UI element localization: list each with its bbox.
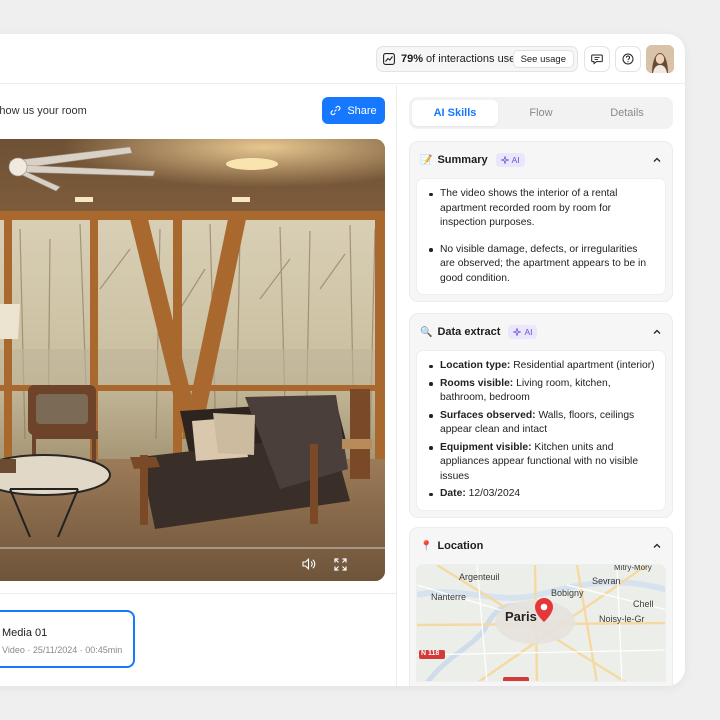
ai-badge-label: AI [511,155,520,165]
sparkle-icon [513,328,522,336]
fullscreen-icon[interactable] [334,558,347,571]
panel-tabs: AI Skills Flow Details [409,97,673,129]
extract-value: 12/03/2024 [468,488,521,499]
ai-panel: AI Skills Flow Details 📝 Summary AI The … [396,85,685,686]
see-usage-button[interactable]: See usage [512,50,574,68]
extract-key: Date: [440,488,466,499]
help-icon [622,53,634,65]
usage-text: of interactions used [426,53,522,65]
extract-key: Rooms visible: [440,377,514,389]
extract-item: Rooms visible: Living room, kitchen, bat… [427,377,655,406]
ai-badge: AI [495,153,525,167]
section-divider [0,593,396,594]
extract-item: Date: 12/03/2024 [427,487,655,502]
link-icon [330,105,341,116]
media-meta: Video · 25/11/2024 · 00:45min [2,645,123,655]
summary-title: Summary [437,154,488,166]
extract-key: Surfaces observed: [440,409,536,421]
chevron-up-icon[interactable] [652,327,662,337]
video-player[interactable] [0,139,385,581]
video-controls [0,547,385,581]
magnifier-icon: 🔍 [420,326,433,338]
map-label-city: Paris [505,609,537,624]
share-button[interactable]: Share [322,97,385,124]
data-extract-card: 🔍 Data extract AI Location type: Residen… [409,313,673,518]
page-title: Show us your room [0,105,87,117]
data-extract-header[interactable]: 🔍 Data extract AI [410,314,672,350]
summary-card: 📝 Summary AI The video shows the interio… [409,141,673,302]
location-card: 📍 Location Argenteuil Mitry-Mory Sevran … [409,527,673,686]
summary-item: No visible damage, defects, or irregular… [427,243,655,287]
extract-key: Equipment visible: [440,441,532,453]
usage-percent: 79% [401,53,424,65]
ai-badge-label: AI [524,327,533,337]
tab-flow[interactable]: Flow [498,100,584,126]
sparkle-icon [500,156,509,164]
memo-icon: 📝 [420,154,433,166]
video-frame [0,139,385,581]
avatar[interactable] [646,45,674,73]
map-label: Noisy-le-Gr [599,614,645,624]
map-label: Sevran [592,576,621,586]
extract-item: Surfaces observed: Walls, floors, ceilin… [427,409,655,438]
data-extract-body: Location type: Residential apartment (in… [416,350,666,511]
tab-details[interactable]: Details [584,100,670,126]
chevron-up-icon[interactable] [652,155,662,165]
map-label: Chell [633,599,654,609]
location-header[interactable]: 📍 Location [410,528,672,564]
pin-emoji-icon: 📍 [420,540,433,552]
summary-body: The video shows the interior of a rental… [416,178,666,295]
summary-header[interactable]: 📝 Summary AI [410,142,672,178]
video-pane: Show us your room Share Media 01 Video ·… [0,85,396,686]
road-badge: N 118 [421,650,440,657]
chat-icon [591,54,603,65]
location-title: Location [437,540,484,552]
extract-value: Residential apartment (interior) [513,360,655,371]
extract-key: Location type: [440,360,511,371]
volume-icon[interactable] [302,558,316,570]
extract-item: Equipment visible: Kitchen units and app… [427,441,655,485]
usage-indicator: 79% of interactions used See usage [376,46,578,72]
top-bar: 79% of interactions used See usage [0,34,685,84]
summary-item: The video shows the interior of a rental… [427,187,655,231]
data-extract-title: Data extract [437,326,501,338]
app-window: 79% of interactions used See usage Show … [0,34,685,686]
extract-item: Location type: Residential apartment (in… [427,359,655,374]
media-item[interactable]: Media 01 Video · 25/11/2024 · 00:45min [0,610,135,668]
map-label: Nanterre [431,592,467,602]
map-label: Argenteuil [459,572,500,582]
help-button[interactable] [615,46,641,72]
map-label: Mitry-Mory [614,564,652,572]
tab-ai-skills[interactable]: AI Skills [412,100,498,126]
share-label: Share [347,104,377,117]
media-name: Media 01 [2,627,48,639]
chevron-up-icon[interactable] [652,541,662,551]
location-map[interactable]: Argenteuil Mitry-Mory Sevran Bobigny Nan… [416,564,666,682]
chart-icon [383,53,395,65]
ai-badge: AI [508,325,538,339]
map-label: Bobigny [551,588,584,598]
chat-button[interactable] [584,46,610,72]
